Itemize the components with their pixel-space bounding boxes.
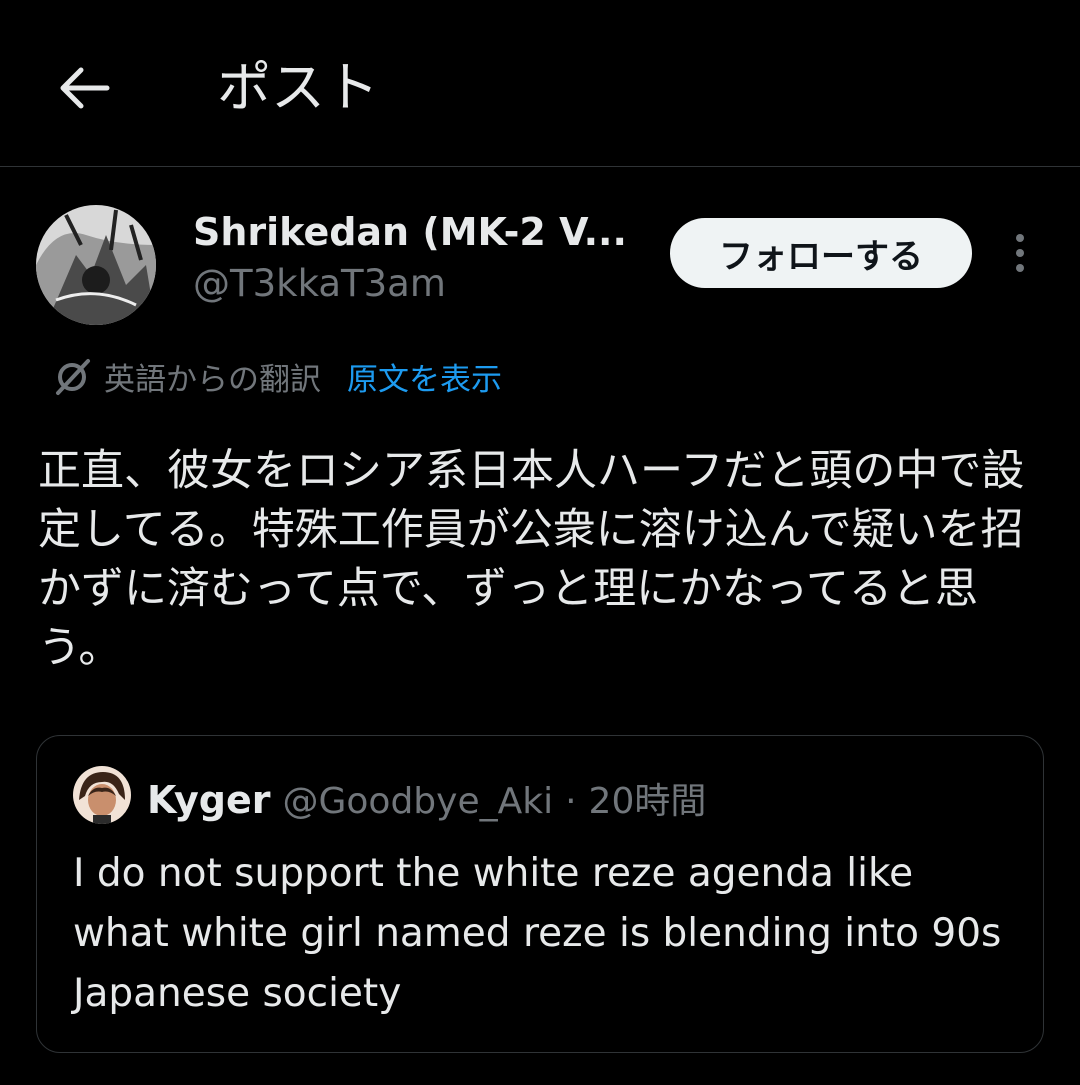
quote-separator: ·: [565, 781, 577, 822]
translate-icon: [56, 359, 90, 395]
show-original-link[interactable]: 原文を表示: [347, 354, 502, 399]
more-options-button[interactable]: [1000, 228, 1040, 278]
quote-author-avatar: [73, 766, 131, 824]
author-display-name[interactable]: Shrikedan (MK-2 V...: [193, 210, 627, 254]
quote-timestamp: 20時間: [588, 781, 707, 822]
author-avatar[interactable]: [36, 205, 156, 325]
top-bar: ポスト: [0, 0, 1080, 167]
quote-header: Kyger @Goodbye_Aki · 20時間: [147, 772, 706, 824]
author-handle[interactable]: @T3kkaT3am: [193, 262, 446, 305]
page-title: ポスト: [217, 56, 379, 119]
quote-text: I do not support the white reze agenda l…: [73, 851, 1002, 1016]
quoted-post[interactable]: Kyger @Goodbye_Aki · 20時間 I do not suppo…: [36, 735, 1044, 1053]
arrow-left-icon: [60, 67, 110, 109]
translation-label: 英語からの翻訳: [104, 361, 321, 398]
quote-author-handle: @Goodbye_Aki: [282, 781, 554, 822]
translation-row: 英語からの翻訳 原文を表示: [52, 354, 502, 398]
quote-author-name: Kyger: [147, 778, 271, 822]
post-text: 正直、彼女をロシア系日本人ハーフだと頭の中で設定してる。特殊工作員が公衆に溶け込…: [38, 446, 1025, 673]
follow-button[interactable]: フォローする: [670, 218, 972, 288]
more-vertical-icon: [1016, 234, 1024, 272]
back-button[interactable]: [52, 56, 116, 120]
